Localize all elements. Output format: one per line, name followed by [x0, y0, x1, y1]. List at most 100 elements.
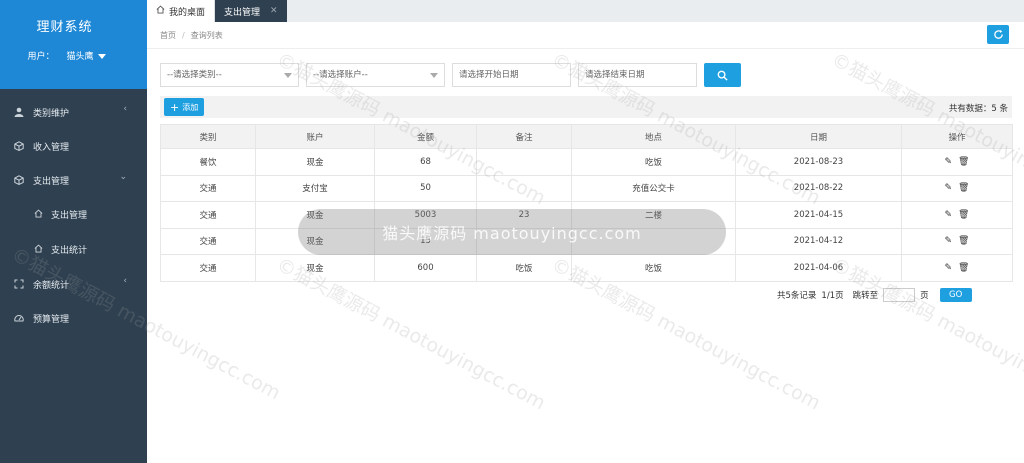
tab-desktop[interactable]: 我的桌面	[147, 0, 216, 22]
sidebar-item-budget[interactable]: 预算管理	[0, 301, 147, 335]
sidebar-header: 理财系统 用户： 猫头鹰	[0, 0, 147, 89]
refresh-button[interactable]	[987, 25, 1009, 44]
cell-date: 2021-08-22	[735, 174, 902, 202]
cell-actions: ✎ 🗑	[901, 174, 1013, 202]
tab-label: 我的桌面	[169, 7, 206, 18]
sidebar-item-label: 余额统计	[33, 280, 70, 291]
edit-icon[interactable]: ✎	[945, 263, 953, 273]
sidebar-item-balance[interactable]: 余额统计 ‹	[0, 267, 147, 301]
sidebar-subitem-expense-manage[interactable]: 支出管理	[0, 197, 147, 232]
delete-icon[interactable]: 🗑	[958, 210, 969, 220]
user-icon	[14, 107, 24, 117]
edit-icon[interactable]: ✎	[945, 157, 953, 167]
refresh-icon	[993, 29, 1003, 39]
chevron-down-icon: ⌄	[119, 172, 127, 182]
delete-icon[interactable]: 🗑	[958, 263, 969, 273]
cell-location: 吃饭	[571, 254, 736, 282]
expense-table: 类别 账户 金额 备注 地点 日期 操作 餐饮 现金 68 吃饭 2021-08…	[160, 124, 1013, 282]
cell-date: 2021-04-15	[735, 201, 902, 229]
cell-category: 交通	[160, 174, 256, 202]
edit-icon[interactable]: ✎	[945, 210, 953, 220]
sidebar-item-label: 支出管理	[33, 176, 70, 187]
delete-icon[interactable]: 🗑	[958, 236, 969, 246]
cell-actions: ✎ 🗑	[901, 254, 1013, 282]
divider	[147, 48, 1024, 49]
search-button[interactable]	[704, 63, 741, 87]
cell-amount: 68	[374, 148, 477, 176]
add-button[interactable]: + 添加	[164, 98, 205, 116]
sidebar-item-label: 收入管理	[33, 142, 70, 153]
sidebar-item-income[interactable]: 收入管理	[0, 129, 147, 163]
cell-account: 现金	[255, 254, 375, 282]
go-button[interactable]: GO	[939, 288, 972, 302]
account-select[interactable]: --请选择账户--	[306, 63, 445, 87]
cell-remark	[476, 148, 572, 176]
chevron-left-icon: ‹	[123, 276, 127, 286]
cell-amount: 600	[374, 254, 477, 282]
cell-date: 2021-04-12	[735, 227, 902, 255]
column-header: 类别	[160, 124, 256, 149]
page-number-input[interactable]	[883, 288, 916, 302]
delete-icon[interactable]: 🗑	[958, 157, 969, 167]
tab-label: 支出管理	[224, 7, 261, 18]
tab-expense-manage[interactable]: 支出管理 ✕	[215, 0, 287, 22]
close-icon[interactable]: ✕	[270, 6, 278, 16]
user-menu[interactable]: 用户： 猫头鹰	[0, 49, 147, 62]
table-row: 餐饮 现金 68 吃饭 2021-08-23 ✎ 🗑	[160, 148, 1013, 176]
table-toolbar: + 添加 共有数据：5 条	[160, 96, 1012, 118]
pagination: 共5条记录 1/1页 跳转至 页 GO	[777, 288, 972, 302]
pager-pages: 1/1页	[821, 291, 844, 301]
sidebar: 理财系统 用户： 猫头鹰 类别维护 ‹ 收入管理 支出管理 ⌄ 支出管理 支出统…	[0, 0, 147, 463]
cell-date: 2021-04-06	[735, 254, 902, 282]
cell-remark: 吃饭	[476, 254, 572, 282]
search-icon	[717, 70, 728, 81]
watermark-banner: 猫头鹰源码 maotouyingcc.com	[298, 209, 726, 255]
cell-location: 吃饭	[571, 148, 736, 176]
column-header: 金额	[374, 124, 477, 149]
breadcrumb-separator: /	[182, 31, 185, 40]
cell-date: 2021-08-23	[735, 148, 902, 176]
cell-category: 交通	[160, 201, 256, 229]
user-label: 用户：	[27, 52, 55, 62]
breadcrumb-home[interactable]: 首页	[160, 31, 176, 40]
sidebar-item-category[interactable]: 类别维护 ‹	[0, 95, 147, 129]
cell-category: 交通	[160, 254, 256, 282]
tab-bar: 我的桌面 支出管理 ✕	[147, 0, 1024, 22]
cell-category: 餐饮	[160, 148, 256, 176]
sidebar-item-label: 预算管理	[33, 314, 70, 325]
caret-down-icon	[430, 73, 438, 78]
plus-icon: +	[170, 100, 180, 114]
delete-icon[interactable]: 🗑	[958, 183, 969, 193]
cell-location: 充值公交卡	[571, 174, 736, 202]
breadcrumb-current: 查询列表	[190, 31, 223, 40]
sidebar-item-label: 支出管理	[51, 211, 88, 221]
home-icon	[34, 244, 43, 255]
table-row: 交通 现金 600 吃饭 吃饭 2021-04-06 ✎ 🗑	[160, 254, 1013, 282]
end-date-input[interactable]: 请选择结束日期	[578, 63, 697, 87]
table-header-row: 类别 账户 金额 备注 地点 日期 操作	[160, 124, 1013, 149]
cell-actions: ✎ 🗑	[901, 201, 1013, 229]
caret-down-icon	[97, 54, 106, 59]
sidebar-menu: 类别维护 ‹ 收入管理 支出管理 ⌄ 支出管理 支出统计 余额统计 ‹ 预算管理	[0, 89, 147, 335]
gauge-icon	[14, 313, 24, 323]
cube-icon	[14, 175, 24, 185]
sidebar-subitem-expense-stats[interactable]: 支出统计	[0, 232, 147, 267]
caret-down-icon	[284, 73, 292, 78]
user-name[interactable]: 猫头鹰	[67, 49, 106, 62]
start-date-input[interactable]: 请选择开始日期	[452, 63, 571, 87]
edit-icon[interactable]: ✎	[945, 236, 953, 246]
pager-page-unit: 页	[920, 291, 929, 301]
sidebar-item-label: 支出统计	[51, 246, 88, 256]
column-header: 账户	[255, 124, 375, 149]
sidebar-item-expense[interactable]: 支出管理 ⌄	[0, 163, 147, 197]
cube-icon	[14, 141, 24, 151]
app-title: 理财系统	[36, 20, 93, 35]
category-select[interactable]: --请选择类别--	[160, 63, 299, 87]
chevron-left-icon: ‹	[123, 104, 127, 114]
table-row: 交通 支付宝 50 充值公交卡 2021-08-22 ✎ 🗑	[160, 174, 1013, 202]
pager-summary: 共5条记录	[777, 291, 817, 301]
total-count: 共有数据：5 条	[948, 104, 1008, 114]
edit-icon[interactable]: ✎	[945, 183, 953, 193]
column-header: 备注	[476, 124, 572, 149]
column-header: 地点	[571, 124, 736, 149]
